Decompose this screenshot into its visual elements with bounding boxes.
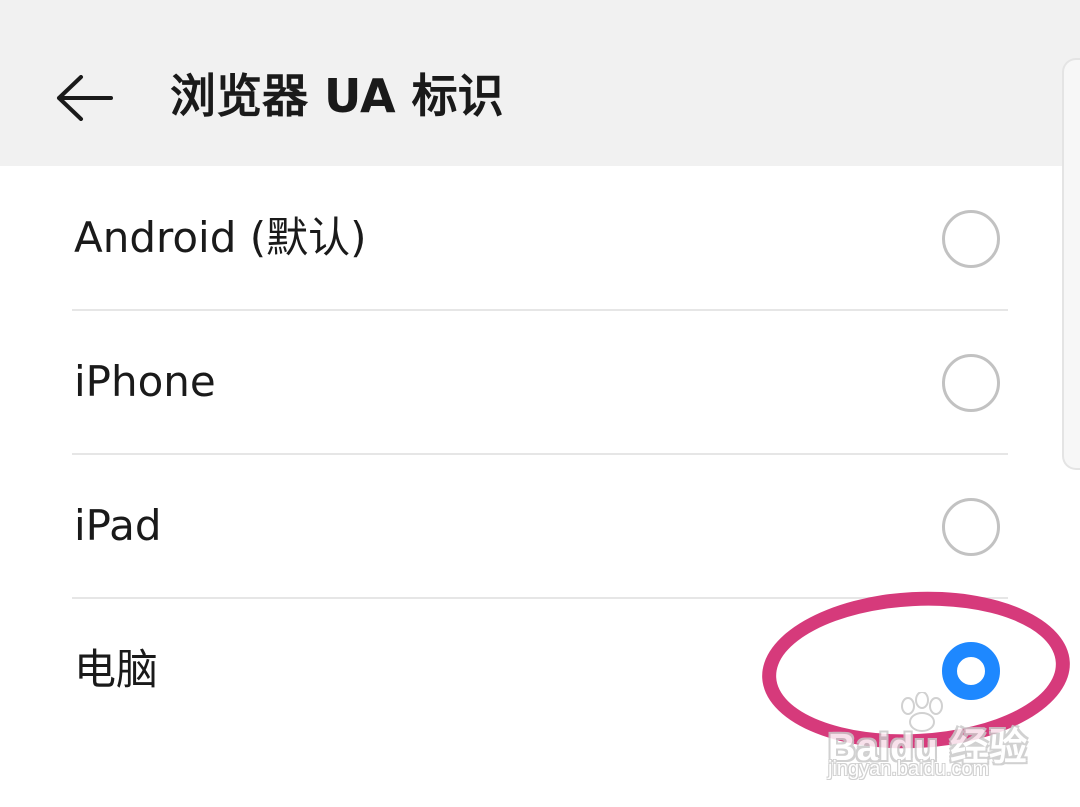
radio-button-desktop-selected[interactable] [942,642,1000,700]
option-label: 电脑 [74,645,159,694]
radio-button-ipad[interactable] [942,498,1000,556]
option-iphone[interactable]: iPhone [0,310,1080,454]
watermark-url: jingyan.baidu.com [828,758,990,780]
app-bar: 浏览器 UA 标识 [0,0,1080,166]
option-android[interactable]: Android (默认) [0,166,1080,310]
radio-button-iphone[interactable] [942,354,1000,412]
back-button[interactable] [48,62,120,134]
option-label: iPhone [74,357,216,406]
option-desktop[interactable]: 电脑 [0,598,1080,742]
option-label: Android (默认) [74,213,367,262]
page-title: 浏览器 UA 标识 [170,69,504,123]
option-label: iPad [74,501,162,550]
option-ipad[interactable]: iPad [0,454,1080,598]
arrow-left-icon [57,75,113,121]
radio-button-android[interactable] [942,210,1000,268]
